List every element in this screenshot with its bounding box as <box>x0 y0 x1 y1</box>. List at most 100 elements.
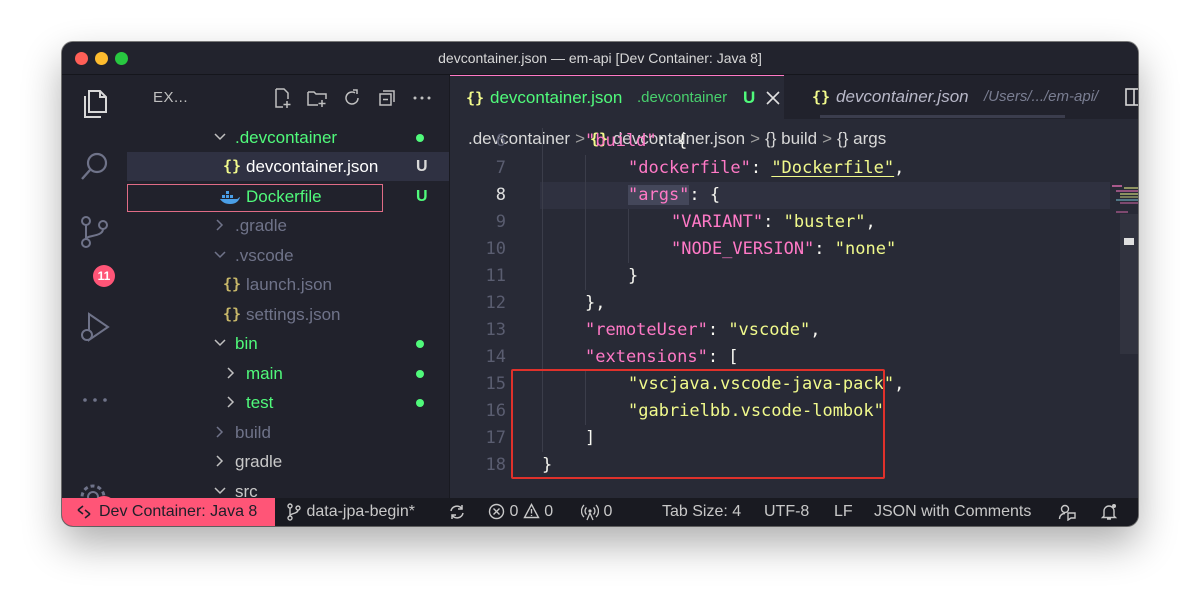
indent-guide <box>628 236 629 263</box>
broadcast-icon <box>580 504 600 521</box>
language-mode-indicator[interactable]: JSON with Comments <box>874 498 1031 526</box>
window-title: devcontainer.json — em-api [Dev Containe… <box>438 50 762 66</box>
punctuation-token: } <box>628 266 639 286</box>
tabs-scrollbar[interactable] <box>820 115 1065 118</box>
code-line[interactable]: 11} <box>450 263 1110 290</box>
code-text: "dockerfile": "Dockerfile", <box>628 155 904 182</box>
key-token: "args" <box>628 185 690 205</box>
status-bar: Dev Container: Java 8 data-jpa-begin* 0 … <box>62 498 1138 526</box>
indent-guide <box>542 290 543 317</box>
tree-item-main-folder[interactable]: main <box>127 359 449 388</box>
line-number: 9 <box>495 212 506 232</box>
code-line[interactable]: 9 "VARIANT": "buster", <box>450 209 1110 236</box>
tree-item-build-folder[interactable]: build <box>127 418 449 447</box>
encoding-indicator[interactable]: UTF-8 <box>764 498 809 526</box>
sync-icon[interactable] <box>448 498 466 526</box>
eol-indicator[interactable]: LF <box>834 498 853 526</box>
indent-guide <box>585 182 586 209</box>
line-number: 14 <box>485 347 506 367</box>
punctuation-token: }, <box>585 293 606 313</box>
indent-guide <box>542 209 543 236</box>
git-untracked-badge: U <box>416 158 428 175</box>
string-token: "buster" <box>783 212 866 232</box>
explorer-actions <box>269 85 434 110</box>
string-token: "Dockerfile" <box>771 158 895 178</box>
code-text: } <box>628 263 638 290</box>
tree-item-launch-json[interactable]: {} launch.json <box>127 270 449 299</box>
chevron-right-icon <box>216 426 224 438</box>
string-token: "none" <box>834 239 897 259</box>
punctuation-token: : <box>763 212 784 232</box>
key-token: "dockerfile" <box>628 158 751 178</box>
tree-item-devcontainer-json[interactable]: {} devcontainer.json U <box>127 152 449 181</box>
split-editor-icon[interactable] <box>1122 85 1138 109</box>
line-number: 13 <box>485 320 506 340</box>
remote-indicator[interactable]: Dev Container: Java 8 <box>62 498 275 526</box>
close-tab-icon[interactable] <box>766 91 780 105</box>
selection-outline <box>127 184 383 212</box>
json-file-icon: {} <box>223 157 242 175</box>
code-line[interactable]: 14 "extensions": [ <box>450 344 1110 371</box>
tab-devcontainer-json-preview[interactable]: {} devcontainer.json /Users/.../em-api/ <box>800 75 1112 119</box>
more-actions-icon[interactable] <box>409 85 434 110</box>
line-number: 6 <box>495 131 506 151</box>
source-control-icon[interactable] <box>76 213 114 251</box>
search-icon[interactable] <box>76 148 114 186</box>
run-debug-icon[interactable] <box>76 308 114 346</box>
code-line[interactable]: 13 "remoteUser": "vscode", <box>450 317 1110 344</box>
punctuation-token: : [ <box>707 347 739 367</box>
json-file-icon: {} <box>223 275 242 293</box>
chevron-down-icon <box>214 251 226 259</box>
tab-devcontainer-json-active[interactable]: {} devcontainer.json .devcontainer U <box>450 75 784 119</box>
feedback-icon[interactable] <box>1058 498 1076 526</box>
git-branch-icon <box>287 503 301 521</box>
punctuation-token: : <box>750 158 772 178</box>
chevron-down-icon <box>214 487 226 495</box>
notifications-bell-icon[interactable] <box>1100 498 1118 526</box>
vertical-scrollbar[interactable] <box>1120 214 1138 354</box>
source-control-badge: 11 <box>93 265 115 287</box>
code-text: "build": { <box>585 128 687 155</box>
tree-item-gradle-hidden[interactable]: .gradle <box>127 211 449 240</box>
tab-actions <box>1122 85 1138 109</box>
tree-item-settings-json[interactable]: {} settings.json <box>127 300 449 329</box>
line-number: 18 <box>485 455 506 475</box>
tree-item-vscode-folder[interactable]: .vscode <box>127 241 449 270</box>
punctuation-token: : <box>707 320 729 340</box>
git-modified-dot <box>416 399 424 407</box>
chevron-right-icon <box>227 396 235 408</box>
key-token: "build" <box>585 131 657 151</box>
chevron-down-icon <box>214 133 226 141</box>
code-line[interactable]: 10 "NODE_VERSION": "none" <box>450 236 1110 263</box>
git-untracked-badge: U <box>416 188 428 205</box>
branch-indicator[interactable]: data-jpa-begin* <box>286 498 415 526</box>
indent-guide <box>542 236 543 263</box>
tree-item-test-folder[interactable]: test <box>127 388 449 417</box>
more-icon[interactable] <box>76 381 114 419</box>
explorer-icon[interactable] <box>76 85 114 123</box>
problems-indicator[interactable]: 0 0 <box>488 498 553 526</box>
explorer-header: EX... <box>153 89 189 106</box>
tab-size-indicator[interactable]: Tab Size: 4 <box>662 498 741 526</box>
punctuation-token: : <box>814 239 835 259</box>
ports-indicator[interactable]: 0 <box>580 498 612 526</box>
tree-item-src-folder[interactable]: src <box>127 477 449 498</box>
line-number: 15 <box>485 374 506 394</box>
json-file-icon: {} <box>466 89 485 107</box>
punctuation-token: , <box>894 158 905 178</box>
collapse-all-icon[interactable] <box>374 85 399 110</box>
code-line[interactable]: 7 "dockerfile": "Dockerfile", <box>450 155 1110 182</box>
code-line[interactable]: 12}, <box>450 290 1110 317</box>
new-file-icon[interactable] <box>269 85 294 110</box>
new-folder-icon[interactable] <box>304 85 329 110</box>
refresh-icon[interactable] <box>339 85 364 110</box>
tree-item-devcontainer-folder[interactable]: .devcontainer <box>127 123 449 152</box>
code-line[interactable]: 8 "args": { <box>450 182 1110 209</box>
indent-guide <box>542 155 543 182</box>
indent-guide <box>542 263 543 290</box>
tree-item-bin-folder[interactable]: bin <box>127 329 449 358</box>
punctuation-token: : { <box>689 185 721 205</box>
code-line[interactable]: 6 "build": { <box>450 128 1110 155</box>
tree-item-gradle-folder[interactable]: gradle <box>127 447 449 476</box>
punctuation-token: : { <box>656 131 688 151</box>
